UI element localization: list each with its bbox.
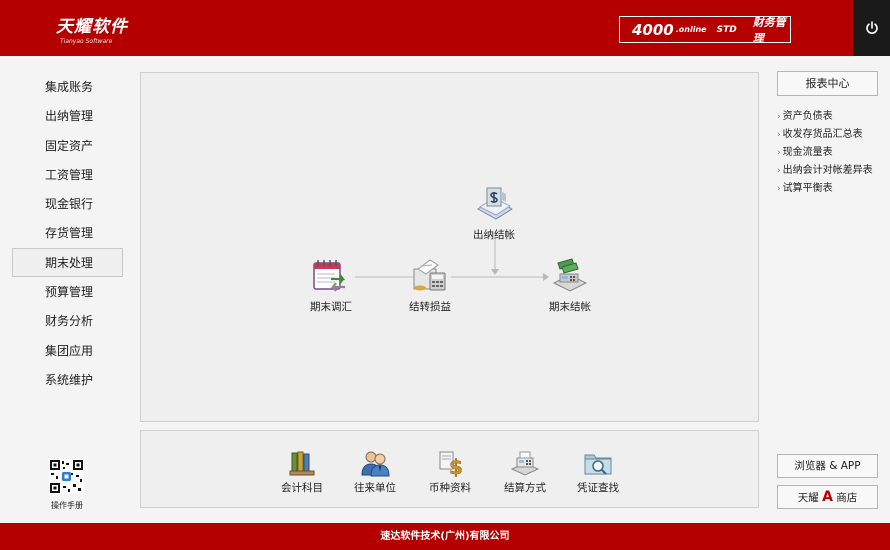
connector-3-arrow: [491, 269, 499, 275]
qr-code-icon[interactable]: [49, 459, 84, 494]
product-name: 财务管理: [752, 15, 786, 45]
report-link-balance-sheet[interactable]: › 资产负债表: [777, 108, 887, 126]
tool-settlement[interactable]: 结算方式: [490, 449, 560, 495]
report-link-trial-balance[interactable]: › 试算平衡表: [777, 180, 887, 198]
tool-voucher-search[interactable]: 凭证查找: [563, 449, 633, 495]
logo-text: 天耀软件: [56, 17, 128, 37]
partners-icon: [361, 451, 390, 477]
flow-node-label: 期末结帐: [549, 301, 591, 313]
manual-label[interactable]: 操作手册: [40, 500, 94, 511]
report-link-cashier-diff[interactable]: › 出纳会计对帐差异表: [777, 162, 887, 180]
report-link-label: 资产负债表: [782, 111, 833, 122]
flow-node-label: 结转损益: [409, 301, 451, 313]
nav-item-financial-analysis[interactable]: 财务分析: [12, 306, 123, 335]
quick-tools-panel: 会计科目 往来单位 $ 币种资料 结算方式 凭证查找: [140, 430, 759, 508]
nav-item-system[interactable]: 系统维护: [12, 365, 123, 394]
flow-node-period-exchange[interactable]: 期末调汇: [291, 257, 371, 314]
chevron-right-icon: ›: [777, 148, 781, 158]
voucher-search-icon: [584, 454, 612, 475]
nav-item-cash-bank[interactable]: 现金银行: [12, 189, 123, 218]
report-link-label: 收发存货品汇总表: [782, 129, 863, 140]
store-prefix: 天耀: [797, 492, 819, 504]
product-number: 4000: [632, 20, 674, 39]
app-store-button[interactable]: 天耀 A 商店: [777, 485, 878, 509]
period-end-flow-panel: 期末调汇 结转损益 出纳结帐 期末结帐: [140, 72, 759, 422]
power-icon: [865, 21, 878, 34]
chevron-right-icon: ›: [777, 166, 781, 176]
nav-item-period-end[interactable]: 期末处理: [12, 247, 123, 278]
nav-item-integrated-accounting[interactable]: 集成账务: [12, 72, 123, 101]
footer-company: 速达软件技术(广州)有限公司: [380, 531, 510, 542]
chevron-right-icon: ›: [777, 130, 781, 140]
tool-label: 往来单位: [354, 482, 396, 494]
flow-connectors: [355, 237, 549, 281]
flow-node-label: 期末调汇: [310, 301, 352, 313]
currency-icon: $: [439, 451, 463, 477]
report-links: › 资产负债表 › 收发存货品汇总表 › 现金流量表 › 出纳会计对帐差异表 › 试算平衡…: [777, 108, 887, 198]
flow-node-label: 出纳结帐: [473, 229, 515, 241]
tool-label: 币种资料: [429, 482, 471, 494]
app-header: 天耀软件 Tianyao Software 4000 .online STD 财…: [0, 0, 890, 56]
store-logo-letter: A: [822, 489, 833, 505]
nav-item-group[interactable]: 集团应用: [12, 336, 123, 365]
chevron-right-icon: ›: [777, 184, 781, 194]
tool-account-subjects[interactable]: 会计科目: [267, 449, 337, 495]
cashier-cheque-icon: [477, 187, 513, 220]
product-online: .online: [675, 25, 707, 34]
left-nav: 集成账务 出纳管理 固定资产 工资管理 现金银行 存货管理 期末处理 预算管理 …: [12, 72, 123, 394]
tool-partners[interactable]: 往来单位: [340, 449, 410, 495]
product-badge: 4000 .online STD 财务管理: [619, 15, 791, 45]
flow-node-period-close[interactable]: 期末结帐: [530, 257, 610, 314]
report-link-label: 出纳会计对帐差异表: [782, 165, 873, 176]
report-link-label: 现金流量表: [782, 147, 833, 158]
nav-item-cashier[interactable]: 出纳管理: [12, 101, 123, 130]
nav-item-payroll[interactable]: 工资管理: [12, 160, 123, 189]
footer: 速达软件技术(广州)有限公司: [0, 523, 890, 550]
store-suffix: 商店: [836, 492, 858, 504]
calendar-transfer-icon: [313, 260, 346, 292]
report-link-inventory-summary[interactable]: › 收发存货品汇总表: [777, 126, 887, 144]
chevron-right-icon: ›: [777, 112, 781, 122]
tool-currency[interactable]: $ 币种资料: [415, 449, 485, 495]
nav-item-inventory[interactable]: 存货管理: [12, 218, 123, 247]
brand-logo: 天耀软件 Tianyao Software: [56, 12, 128, 45]
nav-item-fixed-assets[interactable]: 固定资产: [12, 131, 123, 160]
report-link-label: 试算平衡表: [782, 183, 833, 194]
power-button[interactable]: [853, 0, 890, 56]
product-edition: STD: [716, 24, 737, 35]
flow-node-transfer-pl[interactable]: 结转损益: [390, 257, 470, 314]
cash-register-icon: [552, 258, 588, 292]
tool-label: 凭证查找: [577, 482, 619, 494]
tool-label: 结算方式: [504, 482, 546, 494]
flow-node-cashier-close[interactable]: 出纳结帐: [454, 185, 534, 242]
account-books-icon: [289, 451, 315, 476]
logo-subtext: Tianyao Software: [60, 38, 113, 45]
tool-label: 会计科目: [281, 482, 323, 494]
report-center-button[interactable]: 报表中心: [777, 71, 878, 96]
calculator-icon: [413, 259, 446, 291]
svg-text:$: $: [449, 455, 463, 477]
nav-item-budget[interactable]: 预算管理: [12, 277, 123, 306]
browser-app-button[interactable]: 浏览器 & APP: [777, 454, 878, 478]
settlement-icon: [510, 451, 540, 476]
report-link-cash-flow[interactable]: › 现金流量表: [777, 144, 887, 162]
